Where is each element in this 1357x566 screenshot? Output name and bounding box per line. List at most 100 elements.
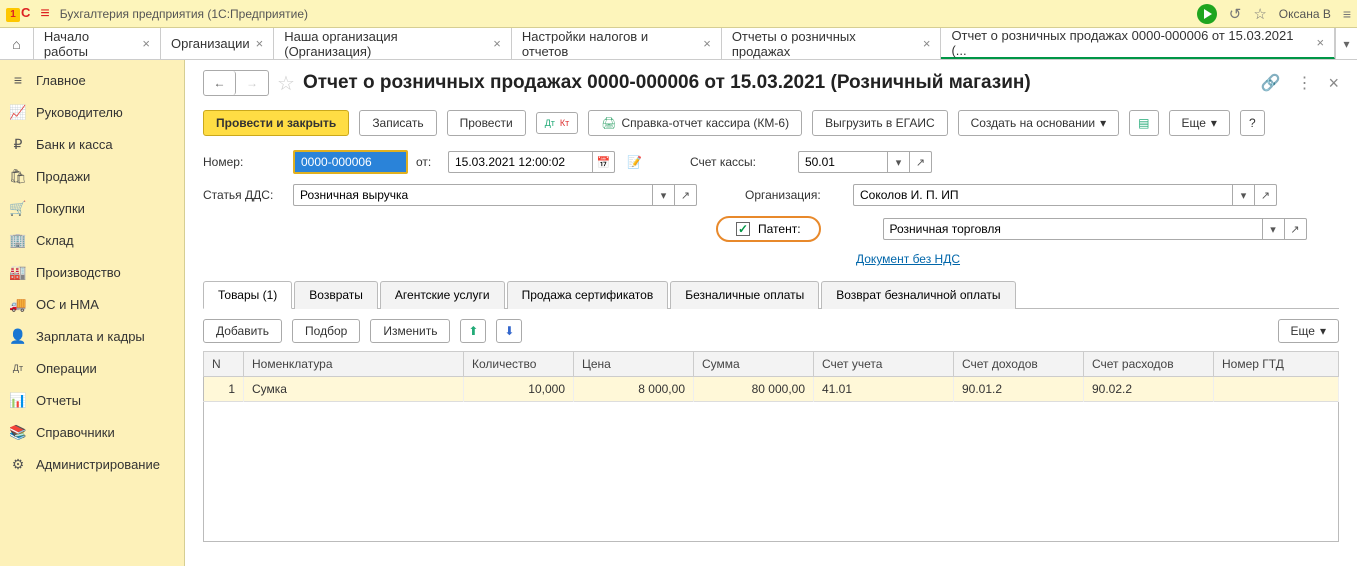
col-name[interactable]: Номенклатура	[244, 352, 464, 377]
cell-n[interactable]: 1	[204, 377, 244, 402]
more-button[interactable]: Еще ▾	[1169, 110, 1230, 136]
dropdown-icon[interactable]: ▾	[653, 184, 675, 206]
print-report-button[interactable]: Справка-отчет кассира (КМ-6)	[588, 110, 802, 136]
number-input[interactable]	[293, 150, 408, 174]
vertical-more-icon[interactable]: ⋮	[1296, 73, 1312, 93]
favorite-star-icon[interactable]: ☆	[277, 71, 295, 96]
cell-name[interactable]: Сумка	[244, 377, 464, 402]
cell-acc[interactable]: 41.01	[814, 377, 954, 402]
post-and-close-button[interactable]: Провести и закрыть	[203, 110, 349, 136]
col-n[interactable]: N	[204, 352, 244, 377]
manual-edit-icon[interactable]: 📝	[627, 155, 642, 169]
history-icon[interactable]: ↺	[1229, 5, 1242, 23]
sidebar-item-admin[interactable]: ⚙Администрирование	[0, 448, 184, 480]
doc-tab-goods[interactable]: Товары (1)	[203, 281, 292, 309]
create-based-button[interactable]: Создать на основании ▾	[958, 110, 1120, 136]
date-input[interactable]	[448, 151, 593, 173]
tab-orgs[interactable]: Организации×	[161, 28, 274, 59]
doc-tab-cert[interactable]: Продажа сертификатов	[507, 281, 669, 309]
move-down-button[interactable]: ⬇	[496, 319, 522, 343]
col-gtd[interactable]: Номер ГТД	[1214, 352, 1339, 377]
table-row[interactable]: 1 Сумка 10,000 8 000,00 80 000,00 41.01 …	[204, 377, 1339, 402]
col-acc[interactable]: Счет учета	[814, 352, 954, 377]
account-input[interactable]	[798, 151, 888, 173]
table-empty-area[interactable]	[203, 402, 1339, 542]
dds-input[interactable]	[293, 184, 653, 206]
structure-button[interactable]: ▤	[1129, 110, 1158, 136]
dropdown-icon[interactable]: ▾	[888, 151, 910, 173]
col-qty[interactable]: Количество	[464, 352, 574, 377]
close-document-button[interactable]: ×	[1328, 73, 1339, 94]
table-more-button[interactable]: Еще ▾	[1278, 319, 1339, 343]
goods-table[interactable]: N Номенклатура Количество Цена Сумма Сче…	[203, 351, 1339, 402]
user-name[interactable]: Оксана В	[1279, 7, 1331, 21]
sidebar-item-manager[interactable]: 📈Руководителю	[0, 96, 184, 128]
cell-qty[interactable]: 10,000	[464, 377, 574, 402]
sidebar-item-warehouse[interactable]: 🏢Склад	[0, 224, 184, 256]
close-icon[interactable]: ×	[1317, 35, 1325, 50]
tab-ourorg[interactable]: Наша организация (Организация)×	[274, 28, 512, 59]
link-icon[interactable]: 🔗	[1261, 73, 1281, 93]
sidebar-item-sales[interactable]: 🛍Продажи	[0, 160, 184, 192]
home-tab[interactable]: ⌂	[0, 28, 34, 59]
close-icon[interactable]: ×	[923, 36, 931, 51]
doc-tab-returns[interactable]: Возвраты	[294, 281, 378, 309]
open-icon[interactable]: ↗	[675, 184, 697, 206]
close-icon[interactable]: ×	[256, 36, 264, 51]
tab-report-doc[interactable]: Отчет о розничных продажах 0000-000006 о…	[941, 28, 1335, 59]
calendar-icon[interactable]: 📅	[593, 151, 615, 173]
pick-button[interactable]: Подбор	[292, 319, 360, 343]
sidebar-item-production[interactable]: 🏭Производство	[0, 256, 184, 288]
sidebar-item-main[interactable]: ≡Главное	[0, 64, 184, 96]
close-icon[interactable]: ×	[142, 36, 150, 51]
sidebar-item-salary[interactable]: 👤Зарплата и кадры	[0, 320, 184, 352]
col-price[interactable]: Цена	[574, 352, 694, 377]
open-icon[interactable]: ↗	[1285, 218, 1307, 240]
col-expense[interactable]: Счет расходов	[1084, 352, 1214, 377]
close-icon[interactable]: ×	[493, 36, 501, 51]
play-button[interactable]	[1197, 4, 1217, 24]
sidebar-item-directories[interactable]: 📚Справочники	[0, 416, 184, 448]
sidebar-item-assets[interactable]: 🚚ОС и НМА	[0, 288, 184, 320]
dtkt-button[interactable]: ДтКт	[536, 112, 579, 134]
tab-tax[interactable]: Настройки налогов и отчетов×	[512, 28, 722, 59]
vat-link[interactable]: Документ без НДС	[856, 252, 960, 266]
tab-reports[interactable]: Отчеты о розничных продажах×	[722, 28, 942, 59]
doc-tab-agent[interactable]: Агентские услуги	[380, 281, 505, 309]
cell-expense[interactable]: 90.02.2	[1084, 377, 1214, 402]
hamburger-icon[interactable]: ≡	[40, 5, 49, 23]
hamburger-right-icon[interactable]: ≡	[1343, 6, 1351, 22]
tab-scroll-button[interactable]: ▾	[1335, 28, 1357, 59]
nav-forward-button[interactable]: →	[236, 71, 268, 95]
add-button[interactable]: Добавить	[203, 319, 282, 343]
egais-button[interactable]: Выгрузить в ЕГАИС	[812, 110, 948, 136]
col-sum[interactable]: Сумма	[694, 352, 814, 377]
save-button[interactable]: Записать	[359, 110, 436, 136]
close-icon[interactable]: ×	[703, 36, 711, 51]
move-up-button[interactable]: ⬆	[460, 319, 486, 343]
sidebar-item-purchases[interactable]: 🛒Покупки	[0, 192, 184, 224]
cell-gtd[interactable]	[1214, 377, 1339, 402]
star-icon[interactable]: ☆	[1253, 5, 1266, 23]
edit-button[interactable]: Изменить	[370, 319, 450, 343]
post-button[interactable]: Провести	[447, 110, 526, 136]
cell-sum[interactable]: 80 000,00	[694, 377, 814, 402]
open-icon[interactable]: ↗	[910, 151, 932, 173]
sidebar-item-reports[interactable]: 📊Отчеты	[0, 384, 184, 416]
dropdown-icon[interactable]: ▾	[1233, 184, 1255, 206]
doc-tab-cashless[interactable]: Безналичные оплаты	[670, 281, 819, 309]
nav-back-button[interactable]: ←	[204, 71, 236, 95]
patent-input[interactable]	[883, 218, 1263, 240]
sidebar-item-bank[interactable]: ₽Банк и касса	[0, 128, 184, 160]
sidebar-item-operations[interactable]: ДтОперации	[0, 352, 184, 384]
help-button[interactable]: ?	[1240, 110, 1265, 136]
open-icon[interactable]: ↗	[1255, 184, 1277, 206]
patent-checkbox[interactable]: ✓	[736, 222, 750, 236]
doc-tab-cashless-return[interactable]: Возврат безналичной оплаты	[821, 281, 1015, 309]
cell-price[interactable]: 8 000,00	[574, 377, 694, 402]
org-input[interactable]	[853, 184, 1233, 206]
col-income[interactable]: Счет доходов	[954, 352, 1084, 377]
tab-start[interactable]: Начало работы×	[34, 28, 161, 59]
dropdown-icon[interactable]: ▾	[1263, 218, 1285, 240]
cell-income[interactable]: 90.01.2	[954, 377, 1084, 402]
